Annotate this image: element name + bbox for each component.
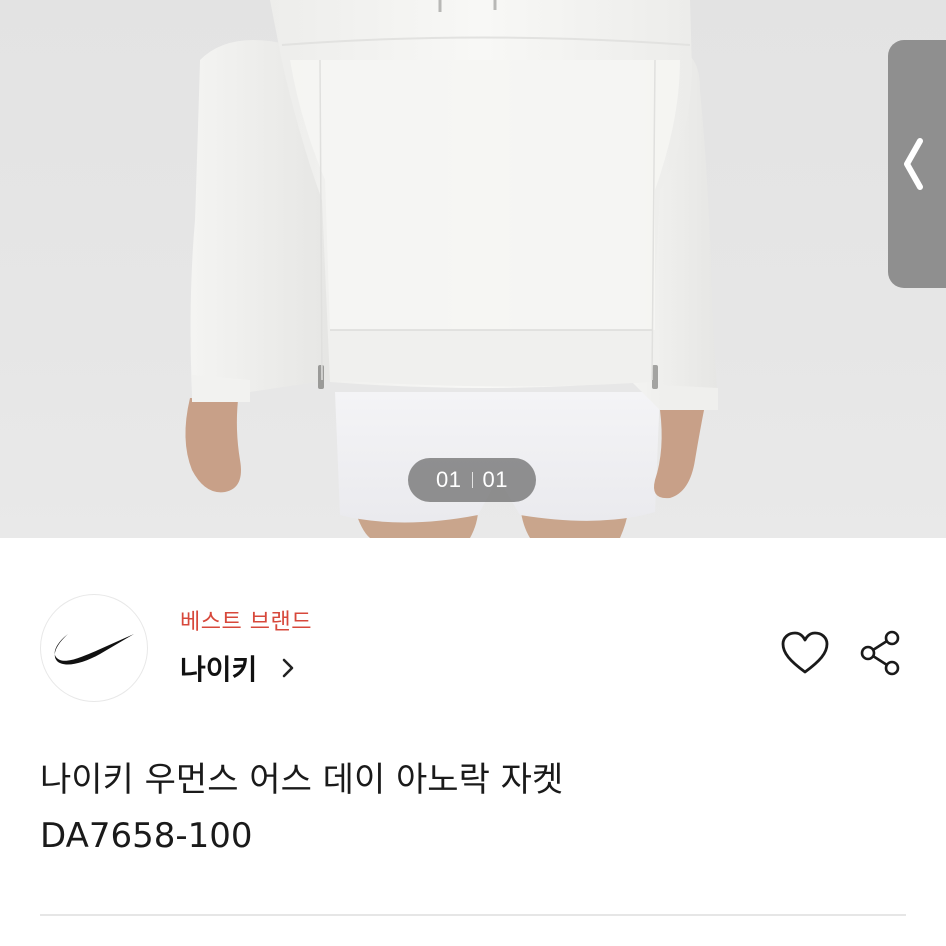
heart-outline-icon	[781, 631, 829, 674]
gallery-total-count: 01	[482, 467, 508, 492]
brand-link[interactable]: 나이키	[180, 648, 295, 688]
share-icon	[860, 630, 900, 676]
chevron-right-icon	[281, 657, 295, 679]
gallery-indicator-separator	[471, 472, 473, 488]
product-detail-page: 01 01 베스트 브랜드 나이키 나이키 우먼스 어스 데이 아노락 자켓 D…	[0, 0, 946, 946]
section-divider	[40, 914, 906, 916]
wishlist-button[interactable]	[780, 630, 830, 676]
product-title: 나이키 우먼스 어스 데이 아노락 자켓 DA7658-100	[40, 752, 900, 864]
gallery-page-indicator: 01 01	[408, 458, 536, 502]
best-brand-badge: 베스트 브랜드	[180, 610, 312, 635]
nike-swoosh-logo	[54, 634, 134, 665]
share-button[interactable]	[858, 630, 904, 676]
brand-name-label: 나이키	[180, 653, 258, 686]
brand-info-row: 베스트 브랜드 나이키	[0, 538, 946, 738]
product-style-code: DA7658-100	[40, 816, 253, 856]
product-image-gallery[interactable]: 01 01	[0, 0, 946, 538]
gallery-current-index: 01	[436, 467, 462, 492]
brand-logo[interactable]	[40, 594, 148, 702]
chevron-left-icon	[904, 138, 923, 190]
side-panel-toggle-button[interactable]	[888, 40, 946, 288]
product-title-name: 나이키 우먼스 어스 데이 아노락 자켓	[40, 760, 564, 800]
